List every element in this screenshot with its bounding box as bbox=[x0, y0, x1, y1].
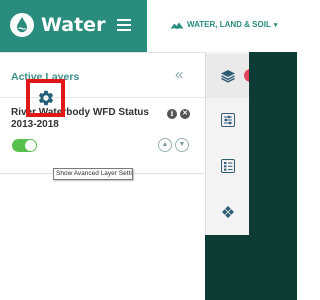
legend-icon bbox=[221, 159, 235, 173]
chevron-down-icon: ▾ bbox=[273, 21, 278, 29]
top-nav: WATER, LAND & SOIL ▾ bbox=[147, 0, 297, 52]
water-logo-icon bbox=[10, 13, 34, 37]
tool-basemap[interactable] bbox=[206, 190, 250, 234]
right-toolbar bbox=[205, 52, 250, 235]
move-layer-up-button[interactable]: ▲ bbox=[158, 138, 172, 152]
move-layer-down-button[interactable]: ▼ bbox=[175, 138, 189, 152]
hamburger-menu-icon[interactable] bbox=[117, 19, 131, 31]
map-canvas[interactable] bbox=[249, 52, 297, 300]
nav-water-land-soil[interactable]: WATER, LAND & SOIL ▾ bbox=[171, 20, 277, 29]
gear-icon[interactable] bbox=[37, 89, 55, 107]
tool-legend[interactable] bbox=[206, 144, 250, 188]
toggle-knob bbox=[25, 140, 36, 151]
tool-settings[interactable] bbox=[206, 98, 250, 142]
info-icon[interactable]: i bbox=[167, 109, 177, 119]
collapse-panel-icon[interactable]: « bbox=[175, 67, 183, 83]
close-icon[interactable]: ✕ bbox=[180, 109, 190, 119]
nav-label: WATER, LAND & SOIL bbox=[187, 20, 271, 29]
brand-bar: Water bbox=[0, 0, 147, 52]
layers-icon bbox=[221, 70, 235, 83]
basemap-icon bbox=[222, 206, 234, 218]
app-title: Water bbox=[41, 14, 106, 36]
landscape-icon bbox=[171, 22, 183, 29]
map-canvas-lower[interactable] bbox=[205, 235, 249, 300]
sliders-icon bbox=[221, 113, 235, 127]
gear-tooltip: Show Avanced Layer Setting bbox=[53, 168, 133, 180]
layer-visibility-toggle[interactable] bbox=[12, 139, 37, 152]
